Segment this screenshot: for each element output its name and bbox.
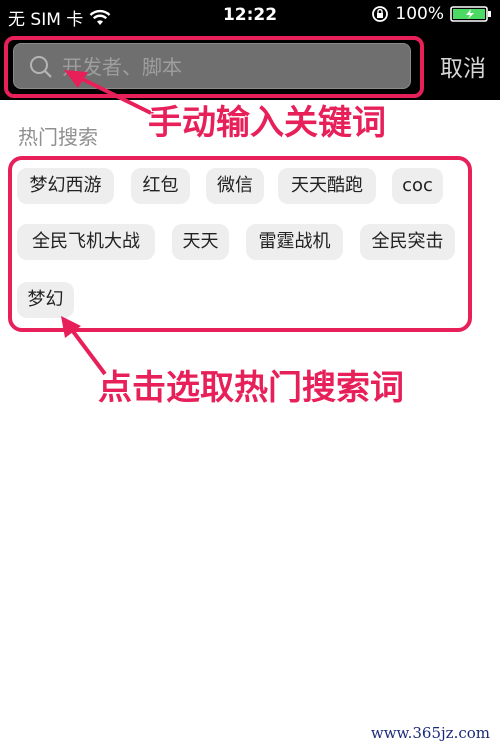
status-right: 100% <box>371 4 492 24</box>
watermark: www.365jz.com <box>370 724 490 742</box>
hot-tag[interactable]: 天天酷跑 <box>278 168 376 204</box>
annotation-tap-select: 点击选取热门搜索词 <box>98 368 404 408</box>
annotation-manual-input: 手动输入关键词 <box>148 103 386 143</box>
hot-tag[interactable]: 雷霆战机 <box>246 224 343 260</box>
hot-tag[interactable]: 天天 <box>172 224 229 260</box>
hot-tag[interactable]: 全民飞机大战 <box>17 224 155 260</box>
cancel-button[interactable]: 取消 <box>440 46 486 86</box>
hot-search-title: 热门搜索 <box>18 125 98 149</box>
battery-icon <box>450 6 491 22</box>
hot-tag[interactable]: 红包 <box>131 168 190 204</box>
hot-tag[interactable]: 全民突击 <box>360 224 455 260</box>
arrow-to-search-icon <box>64 70 154 116</box>
battery-label: 100% <box>395 4 444 24</box>
status-bar: 无 SIM 卡 12:22 100% <box>0 0 500 32</box>
hot-tag[interactable]: coc <box>392 168 443 204</box>
hot-tag[interactable]: 微信 <box>206 168 264 204</box>
hot-tag[interactable]: 梦幻西游 <box>17 168 114 204</box>
orientation-lock-icon <box>372 6 389 22</box>
